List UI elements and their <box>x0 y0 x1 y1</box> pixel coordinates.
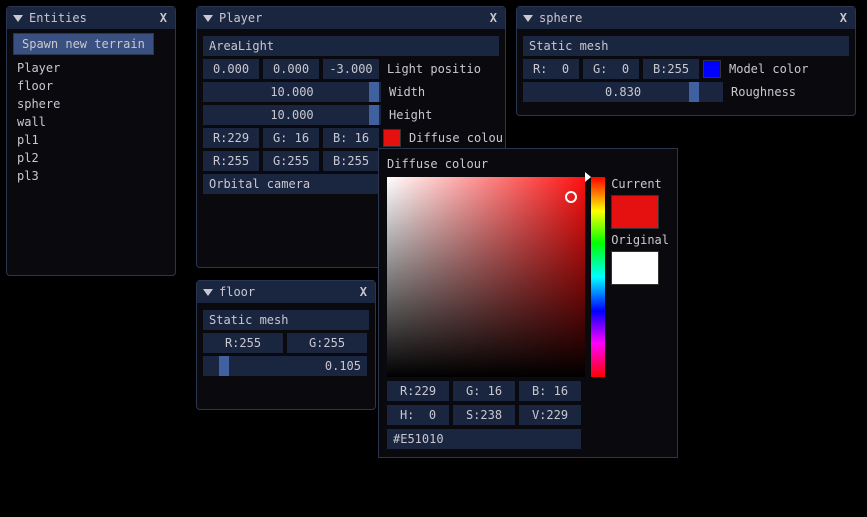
diffuse-label: Diffuse colou <box>409 131 503 145</box>
floor-panel: floor X Static mesh 0.105 <box>196 280 376 410</box>
diffuse-g[interactable] <box>263 128 319 148</box>
close-icon[interactable]: X <box>358 285 369 299</box>
height-value: 10.000 <box>270 108 313 122</box>
floor-titlebar[interactable]: floor X <box>197 281 375 303</box>
close-icon[interactable]: X <box>158 11 169 25</box>
roughness-label: Roughness <box>731 85 796 99</box>
ambient-b[interactable] <box>323 151 379 171</box>
color-picker-title: Diffuse colour <box>387 155 669 177</box>
picker-g[interactable] <box>453 381 515 401</box>
arealight-label: AreaLight <box>209 39 274 53</box>
arealight-header[interactable]: AreaLight <box>203 36 499 56</box>
floor-color-r[interactable] <box>203 333 283 353</box>
slider-handle[interactable] <box>369 105 379 125</box>
picker-hex[interactable] <box>387 429 581 449</box>
sphere-color-g[interactable] <box>583 59 639 79</box>
floor-title: floor <box>219 285 255 299</box>
entity-item[interactable]: Player <box>13 59 169 77</box>
entity-item[interactable]: floor <box>13 77 169 95</box>
roughness-value: 0.830 <box>605 85 641 99</box>
original-label: Original <box>611 233 669 247</box>
light-pos-label: Light positio <box>387 62 481 76</box>
current-label: Current <box>611 177 669 191</box>
floor-static-label: Static mesh <box>209 313 288 327</box>
collapse-icon <box>13 15 23 22</box>
picker-v[interactable] <box>519 405 581 425</box>
original-swatch[interactable] <box>611 251 659 285</box>
picker-h[interactable] <box>387 405 449 425</box>
current-swatch <box>611 195 659 229</box>
picker-s[interactable] <box>453 405 515 425</box>
ambient-g[interactable] <box>263 151 319 171</box>
hue-marker <box>585 172 591 182</box>
diffuse-r[interactable] <box>203 128 259 148</box>
sphere-color-b[interactable] <box>643 59 699 79</box>
picker-b[interactable] <box>519 381 581 401</box>
sphere-title: sphere <box>539 11 582 25</box>
floor-static-header[interactable]: Static mesh <box>203 310 369 330</box>
entity-item[interactable]: pl3 <box>13 167 169 185</box>
width-slider[interactable]: 10.000 <box>203 82 381 102</box>
sv-marker <box>565 191 577 203</box>
player-titlebar[interactable]: Player X <box>197 7 505 29</box>
diffuse-swatch[interactable] <box>383 129 401 147</box>
sphere-static-label: Static mesh <box>529 39 608 53</box>
entities-panel: Entities X Spawn new terrain Playerfloor… <box>6 6 176 276</box>
sphere-color-swatch[interactable] <box>703 60 721 78</box>
width-label: Width <box>389 85 425 99</box>
slider-handle[interactable] <box>689 82 699 102</box>
sphere-panel: sphere X Static mesh Model color 0.830 R… <box>516 6 856 116</box>
collapse-icon <box>203 15 213 22</box>
diffuse-b[interactable] <box>323 128 379 148</box>
height-slider[interactable]: 10.000 <box>203 105 381 125</box>
light-pos-x[interactable] <box>203 59 259 79</box>
roughness-slider[interactable]: 0.830 <box>523 82 723 102</box>
entity-item[interactable]: pl2 <box>13 149 169 167</box>
sphere-static-header[interactable]: Static mesh <box>523 36 849 56</box>
picker-r[interactable] <box>387 381 449 401</box>
spawn-terrain-button[interactable]: Spawn new terrain <box>13 33 154 55</box>
height-label: Height <box>389 108 432 122</box>
light-pos-y[interactable] <box>263 59 319 79</box>
entity-item[interactable]: wall <box>13 113 169 131</box>
close-icon[interactable]: X <box>838 11 849 25</box>
ambient-r[interactable] <box>203 151 259 171</box>
collapse-icon <box>523 15 533 22</box>
entity-item[interactable]: sphere <box>13 95 169 113</box>
floor-color-g[interactable] <box>287 333 367 353</box>
slider-handle[interactable] <box>369 82 379 102</box>
entities-titlebar[interactable]: Entities X <box>7 7 175 29</box>
hue-bar[interactable] <box>591 177 605 377</box>
sphere-color-r[interactable] <box>523 59 579 79</box>
sv-area[interactable] <box>387 177 585 377</box>
color-picker-popup: Diffuse colour Current Original <box>378 148 678 458</box>
player-title: Player <box>219 11 262 25</box>
entities-title: Entities <box>29 11 87 25</box>
entity-item[interactable]: pl1 <box>13 131 169 149</box>
width-value: 10.000 <box>270 85 313 99</box>
collapse-icon <box>203 289 213 296</box>
floor-slider-value: 0.105 <box>203 359 367 373</box>
sphere-titlebar[interactable]: sphere X <box>517 7 855 29</box>
light-pos-z[interactable] <box>323 59 379 79</box>
sphere-color-label: Model color <box>729 62 808 76</box>
floor-slider[interactable]: 0.105 <box>203 356 367 376</box>
close-icon[interactable]: X <box>488 11 499 25</box>
orbital-label: Orbital camera <box>209 177 310 191</box>
